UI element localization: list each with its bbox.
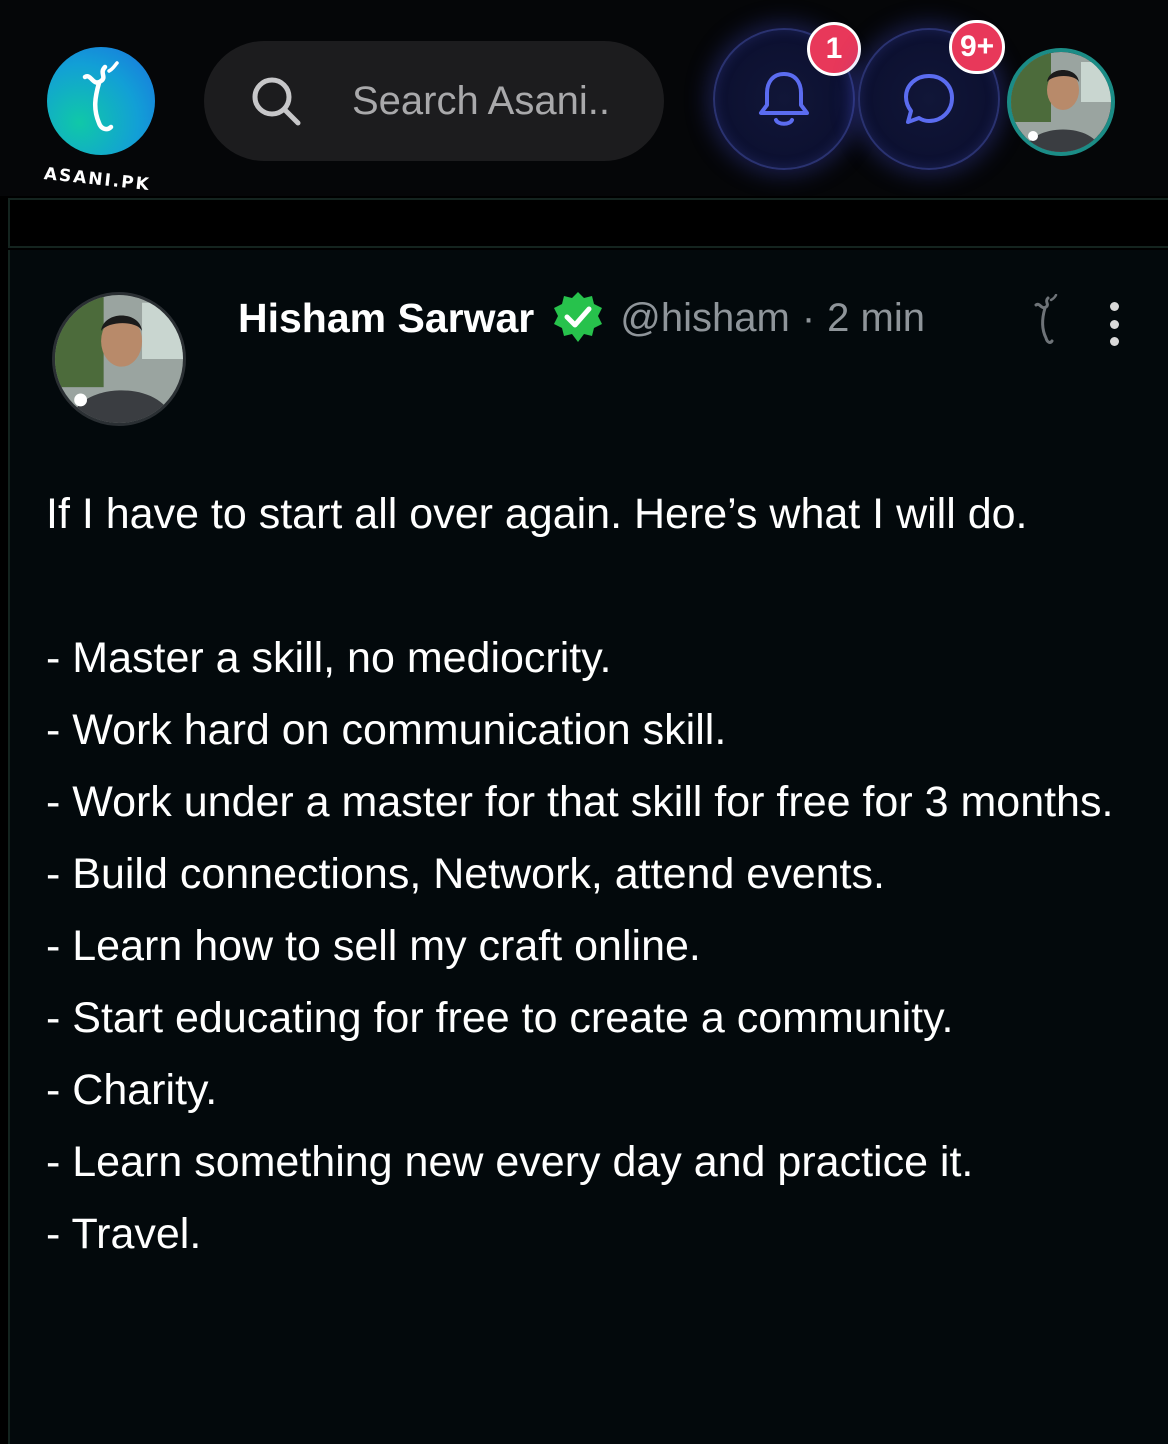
bell-icon	[759, 72, 809, 126]
messages-badge: 9+	[949, 20, 1006, 74]
search-input[interactable]	[350, 77, 654, 125]
user-avatar-image	[1011, 52, 1111, 152]
verified-badge-icon	[550, 290, 606, 346]
post-card: Hisham Sarwar @hisham · 2 min If I have …	[8, 250, 1168, 1444]
author-avatar[interactable]	[52, 292, 186, 426]
list-item: - Learn how to sell my craft online.	[46, 922, 701, 970]
list-item: - Travel.	[46, 1210, 202, 1258]
list-item: - Work hard on communication skill.	[46, 706, 727, 754]
list-item: - Charity.	[46, 1066, 218, 1114]
list-item: - Master a skill, no mediocrity.	[46, 634, 612, 682]
separator-dot: ·	[801, 295, 816, 340]
asani-small-logo-icon	[1034, 294, 1058, 344]
search-icon	[250, 75, 302, 127]
list-item: - Work under a master for that skill for…	[46, 778, 1114, 826]
top-bar: ASANI.PK 1 9+	[0, 0, 1168, 196]
search-bar[interactable]	[204, 41, 664, 161]
more-vertical-icon[interactable]	[1100, 302, 1128, 346]
list-item: - Learn something new every day and prac…	[46, 1138, 974, 1186]
asani-logo-mark	[82, 61, 119, 132]
post-body: If I have to start all over again. Here’…	[46, 478, 1126, 1270]
list-item: - Start educating for free to create a c…	[46, 994, 954, 1042]
list-item: - Build connections, Network, attend eve…	[46, 850, 885, 898]
chat-bubble-icon	[904, 74, 954, 124]
divider	[8, 198, 1168, 248]
author-handle[interactable]: @hisham	[620, 296, 790, 341]
post-header: Hisham Sarwar @hisham · 2 min	[238, 290, 925, 346]
logo-text: ASANI.PK	[42, 164, 152, 196]
post-intro: If I have to start all over again. Here’…	[46, 490, 1028, 538]
author-name[interactable]: Hisham Sarwar	[238, 295, 534, 342]
author-avatar-image	[55, 295, 183, 423]
post-time: 2 min	[827, 295, 925, 340]
asani-logo-icon[interactable]	[47, 47, 155, 155]
notifications-badge: 1	[807, 22, 861, 76]
user-avatar[interactable]	[1007, 48, 1115, 156]
